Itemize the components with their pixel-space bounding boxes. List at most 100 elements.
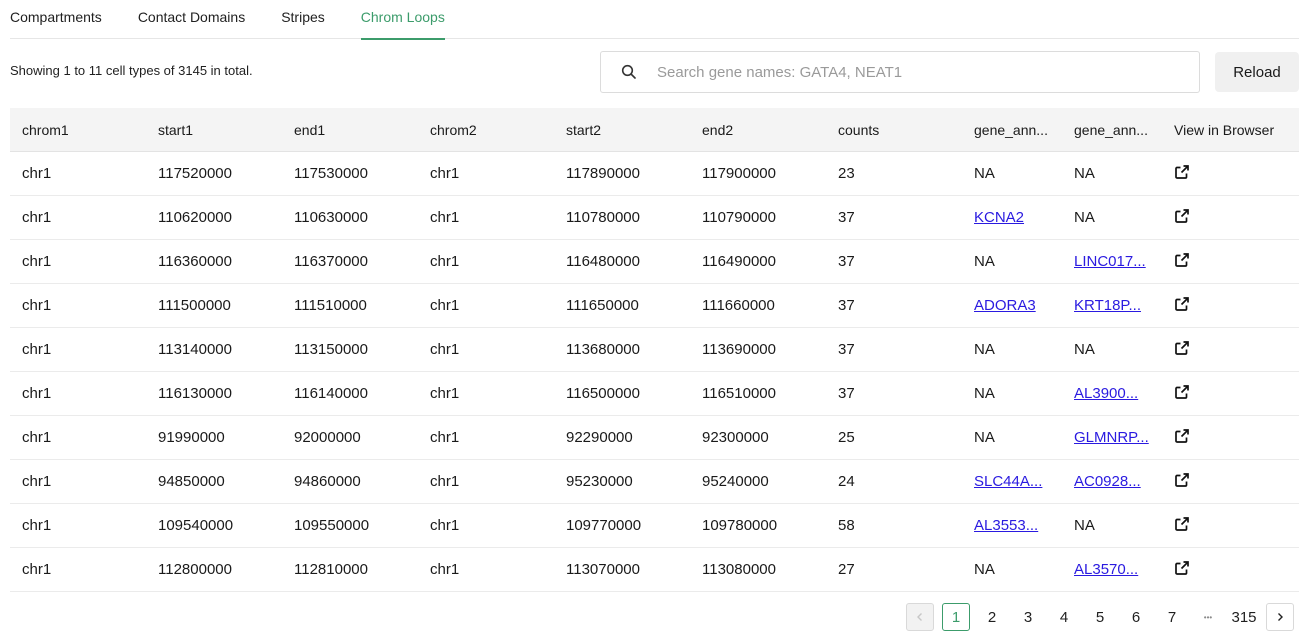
page-button-5[interactable]: 5 xyxy=(1086,603,1114,631)
column-header-gene-annotation-2[interactable]: gene_ann... xyxy=(1062,122,1162,138)
gene-link[interactable]: SLC44A... xyxy=(974,473,1042,490)
cell-chrom2: chr1 xyxy=(430,429,460,446)
cell-counts: 37 xyxy=(838,253,855,270)
page-button-315[interactable]: 315 xyxy=(1230,603,1258,631)
cell-gene-annotation-2: KRT18P... xyxy=(1062,297,1162,314)
external-link-icon[interactable] xyxy=(1174,428,1190,444)
gene-link[interactable]: ADORA3 xyxy=(974,297,1036,314)
tab-bar: Compartments Contact Domains Stripes Chr… xyxy=(10,0,1299,40)
external-link-icon[interactable] xyxy=(1174,252,1190,268)
cell-end1: 117530000 xyxy=(294,165,368,182)
cell-gene-annotation-2: NA xyxy=(1062,341,1162,358)
cell-start2: 116480000 xyxy=(566,253,640,270)
cell-end2: 117900000 xyxy=(702,165,776,182)
cell-start2: 113680000 xyxy=(566,341,640,358)
external-link-icon[interactable] xyxy=(1174,472,1190,488)
tab-chrom-loops[interactable]: Chrom Loops xyxy=(360,0,445,40)
cell-start1: 112800000 xyxy=(158,561,232,578)
page-button-6[interactable]: 6 xyxy=(1122,603,1150,631)
cell-view-in-browser xyxy=(1162,428,1289,448)
cell-chrom1: chr1 xyxy=(22,253,52,270)
column-header-start1[interactable]: start1 xyxy=(146,122,282,138)
gene-annotation-value: NA xyxy=(1074,165,1095,182)
cell-end2: 116490000 xyxy=(702,253,776,270)
cell-chrom1: chr1 xyxy=(22,473,52,490)
column-header-start2[interactable]: start2 xyxy=(554,122,690,138)
tab-stripes[interactable]: Stripes xyxy=(281,0,325,39)
gene-link[interactable]: GLMNRP... xyxy=(1074,429,1149,446)
column-header-gene-annotation-1[interactable]: gene_ann... xyxy=(962,122,1062,138)
cell-start2: 113070000 xyxy=(566,561,640,578)
external-link-icon[interactable] xyxy=(1174,560,1190,576)
table-row: chr1 116360000 116370000 chr1 116480000 11649… xyxy=(10,240,1299,284)
cell-counts: 25 xyxy=(838,429,855,446)
page-button-3[interactable]: 3 xyxy=(1014,603,1042,631)
page-button-7[interactable]: 7 xyxy=(1158,603,1186,631)
cell-chrom1: chr1 xyxy=(22,429,52,446)
table-row: chr1 109540000 109550000 chr1 109770000 10978… xyxy=(10,504,1299,548)
column-header-chrom2[interactable]: chrom2 xyxy=(418,122,554,138)
gene-link[interactable]: LINC017... xyxy=(1074,253,1146,270)
cell-gene-annotation-1: AL3553... xyxy=(962,517,1062,534)
cell-view-in-browser xyxy=(1162,472,1289,492)
gene-link[interactable]: KRT18P... xyxy=(1074,297,1141,314)
gene-link[interactable]: AL3900... xyxy=(1074,385,1138,402)
external-link-icon[interactable] xyxy=(1174,340,1190,356)
search-box[interactable] xyxy=(600,51,1200,93)
cell-start1: 116130000 xyxy=(158,385,232,402)
gene-annotation-value: NA xyxy=(974,385,995,402)
cell-start1: 111500000 xyxy=(158,297,231,314)
table-row: chr1 117520000 117530000 chr1 117890000 11790… xyxy=(10,152,1299,196)
cell-start1: 91990000 xyxy=(158,429,225,446)
page-button-1[interactable]: 1 xyxy=(942,603,970,631)
chevron-right-icon xyxy=(1278,613,1283,621)
next-page-button[interactable] xyxy=(1266,603,1294,631)
cell-end1: 116370000 xyxy=(294,253,368,270)
external-link-icon[interactable] xyxy=(1174,208,1190,224)
cell-view-in-browser xyxy=(1162,208,1289,228)
external-link-icon[interactable] xyxy=(1174,296,1190,312)
reload-button[interactable]: Reload xyxy=(1215,52,1299,92)
cell-chrom2: chr1 xyxy=(430,341,460,358)
column-header-end2[interactable]: end2 xyxy=(690,122,826,138)
tab-contact-domains[interactable]: Contact Domains xyxy=(138,0,245,39)
tab-compartments[interactable]: Compartments xyxy=(10,0,102,39)
gene-annotation-value: NA xyxy=(1074,517,1095,534)
external-link-icon[interactable] xyxy=(1174,516,1190,532)
cell-gene-annotation-1: NA xyxy=(962,165,1062,182)
cell-start2: 92290000 xyxy=(566,429,633,446)
prev-page-button[interactable] xyxy=(906,603,934,631)
cell-counts: 27 xyxy=(838,561,855,578)
gene-annotation-value: NA xyxy=(974,341,995,358)
cell-gene-annotation-1: SLC44A... xyxy=(962,473,1062,490)
cell-start2: 95230000 xyxy=(566,473,633,490)
table-row: chr1 91990000 92000000 chr1 92290000 92300000… xyxy=(10,416,1299,460)
page-button-4[interactable]: 4 xyxy=(1050,603,1078,631)
external-link-icon[interactable] xyxy=(1174,164,1190,180)
cell-start1: 110620000 xyxy=(158,209,232,226)
cell-start1: 94850000 xyxy=(158,473,225,490)
search-input[interactable] xyxy=(657,63,1177,81)
cell-gene-annotation-2: NA xyxy=(1062,209,1162,226)
cell-end1: 112810000 xyxy=(294,561,368,578)
gene-link[interactable]: AL3553... xyxy=(974,517,1038,534)
external-link-icon[interactable] xyxy=(1174,384,1190,400)
cell-chrom2: chr1 xyxy=(430,297,460,314)
page-button-2[interactable]: 2 xyxy=(978,603,1006,631)
column-header-chrom1[interactable]: chrom1 xyxy=(10,122,146,138)
column-header-end1[interactable]: end1 xyxy=(282,122,418,138)
column-header-counts[interactable]: counts xyxy=(826,122,962,138)
cell-end2: 111660000 xyxy=(702,297,775,314)
gene-link[interactable]: AC0928... xyxy=(1074,473,1141,490)
cell-chrom1: chr1 xyxy=(22,517,52,534)
cell-view-in-browser xyxy=(1162,384,1289,404)
cell-start2: 110780000 xyxy=(566,209,640,226)
gene-link[interactable]: AL3570... xyxy=(1074,561,1138,578)
cell-end1: 111510000 xyxy=(294,297,367,314)
cell-end1: 92000000 xyxy=(294,429,361,446)
cell-gene-annotation-1: NA xyxy=(962,341,1062,358)
cell-gene-annotation-2: LINC017... xyxy=(1062,253,1162,270)
table-row: chr1 110620000 110630000 chr1 110780000 11079… xyxy=(10,196,1299,240)
cell-gene-annotation-2: AL3900... xyxy=(1062,385,1162,402)
gene-link[interactable]: KCNA2 xyxy=(974,209,1024,226)
